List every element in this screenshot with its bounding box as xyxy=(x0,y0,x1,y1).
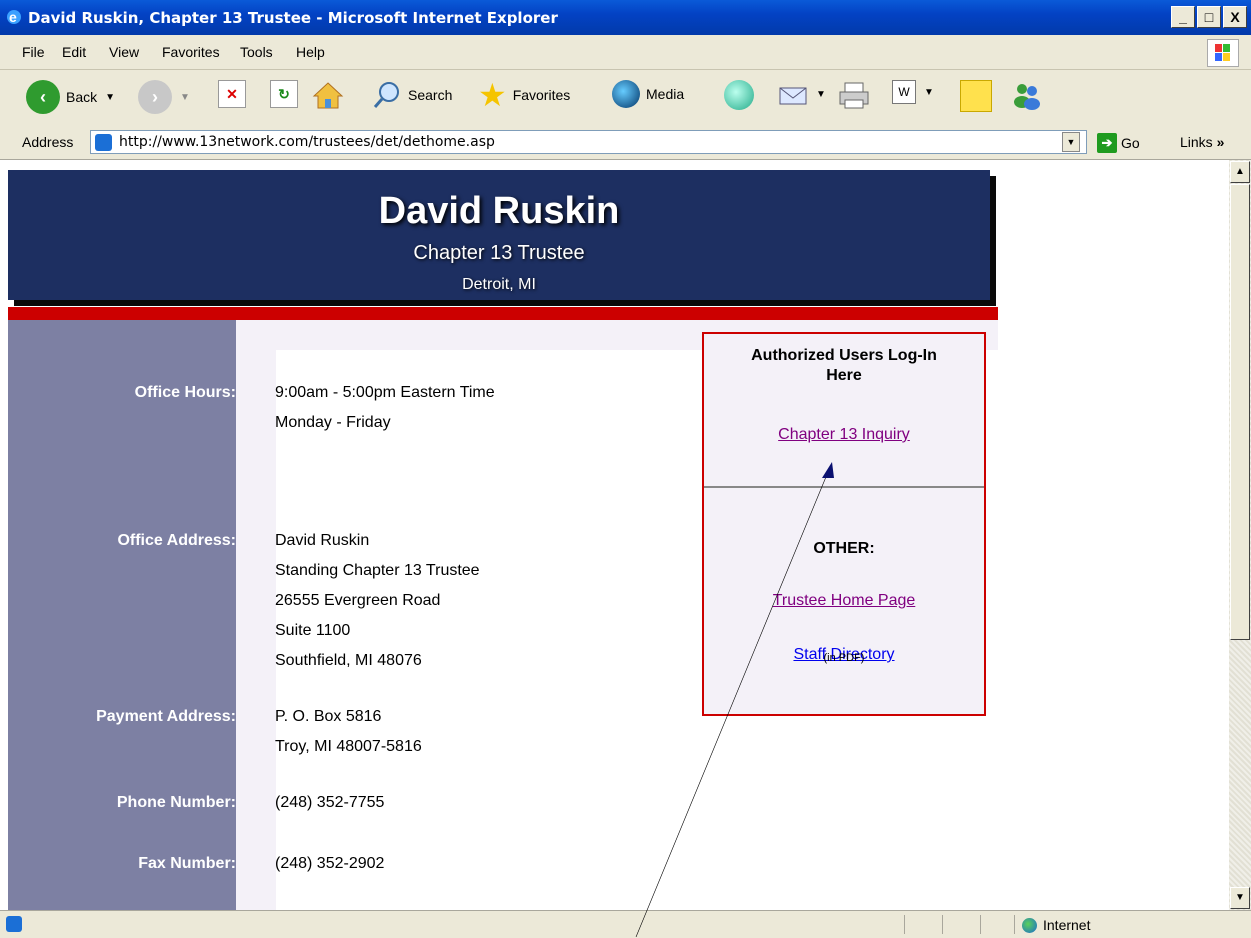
chevron-right-icon: » xyxy=(1216,134,1225,150)
mail-icon xyxy=(779,87,807,105)
back-button[interactable]: ‹ Back ▼ xyxy=(26,80,115,114)
trustee-location: Detroit, MI xyxy=(462,276,536,293)
favorites-button[interactable]: ★ Favorites xyxy=(478,77,570,113)
ie-logo-icon: e xyxy=(7,9,21,25)
back-arrow-icon: ‹ xyxy=(26,80,60,114)
address-label: Address xyxy=(22,134,74,150)
menu-help[interactable]: Help xyxy=(296,44,325,60)
chevron-down-icon: ▼ xyxy=(105,91,116,103)
fax-number-label: Fax Number: xyxy=(138,855,236,872)
forward-arrow-icon: › xyxy=(138,80,172,114)
go-arrow-icon: ➔ xyxy=(1097,133,1117,153)
label-column xyxy=(8,320,236,910)
history-button[interactable] xyxy=(724,80,754,110)
messenger-icon xyxy=(1014,84,1040,110)
page-icon xyxy=(95,134,112,151)
trustee-title: Chapter 13 Trustee xyxy=(413,242,585,264)
security-zone: Internet xyxy=(1022,917,1090,933)
scroll-thumb[interactable] xyxy=(1230,184,1250,640)
star-icon: ★ xyxy=(478,77,507,113)
page-viewport: David Ruskin Chapter 13 Trustee Detroit,… xyxy=(0,160,1229,910)
links-button[interactable]: Links » xyxy=(1180,134,1224,150)
window-title: David Ruskin, Chapter 13 Trustee - Micro… xyxy=(28,9,558,27)
home-icon xyxy=(312,82,344,109)
fax-number-value: (248) 352-2902 xyxy=(275,855,385,872)
scroll-up-button[interactable]: ▲ xyxy=(1230,161,1250,183)
office-address-label: Office Address: xyxy=(117,532,236,549)
close-button[interactable]: X xyxy=(1223,6,1247,28)
forward-button[interactable]: › ▼ xyxy=(138,80,190,114)
menu-edit[interactable]: Edit xyxy=(62,44,86,60)
scroll-down-button[interactable]: ▼ xyxy=(1230,887,1250,909)
other-heading: OTHER: xyxy=(813,540,875,557)
office-hours-label: Office Hours: xyxy=(134,384,236,401)
menu-bar: File Edit View Favorites Tools Help xyxy=(0,35,1251,70)
chevron-down-icon: ▼ xyxy=(924,86,934,98)
chevron-down-icon: ▼ xyxy=(816,88,826,100)
media-button[interactable]: Media xyxy=(612,80,684,108)
search-button[interactable]: Search xyxy=(372,80,452,110)
note-icon xyxy=(960,80,992,112)
home-button[interactable] xyxy=(312,80,344,110)
chapter-13-inquiry-link[interactable]: Chapter 13 Inquiry xyxy=(704,426,984,444)
refresh-button[interactable]: ↻ xyxy=(270,80,298,108)
history-icon xyxy=(724,80,754,110)
word-edit-icon: W xyxy=(892,80,916,104)
mail-button[interactable]: ▼ xyxy=(778,80,826,108)
vertical-scrollbar[interactable]: ▲ ▼ xyxy=(1229,160,1251,910)
menu-file[interactable]: File xyxy=(22,44,45,60)
media-globe-icon xyxy=(612,80,640,108)
menu-favorites[interactable]: Favorites xyxy=(162,44,220,60)
discuss-button[interactable] xyxy=(960,80,992,112)
chevron-down-icon: ▼ xyxy=(180,91,190,103)
svg-text:e: e xyxy=(9,9,17,25)
payment-address-value: P. O. Box 5816 Troy, MI 48007-5816 xyxy=(275,708,422,755)
header-accent-bar xyxy=(8,307,998,320)
page-status-icon xyxy=(6,916,22,932)
globe-icon xyxy=(1022,917,1037,933)
pdf-note: (in PDF) xyxy=(823,652,865,664)
edit-button[interactable]: W ▼ xyxy=(892,80,934,104)
phone-number-value: (248) 352-7755 xyxy=(275,794,385,811)
phone-number-label: Phone Number: xyxy=(116,794,236,811)
windows-logo-icon xyxy=(1207,39,1239,67)
address-dropdown-button[interactable]: ▼ xyxy=(1062,132,1080,152)
trustee-home-page-link[interactable]: Trustee Home Page xyxy=(704,592,984,610)
standard-toolbar: ‹ Back ▼ › ▼ ✕ ↻ Search ★ Favorites Medi… xyxy=(0,70,1251,127)
content-left-band xyxy=(236,350,276,910)
refresh-icon: ↻ xyxy=(270,80,298,108)
office-address-value: David Ruskin Standing Chapter 13 Trustee… xyxy=(275,532,480,669)
trustee-name: David Ruskin xyxy=(378,190,620,232)
minimize-button[interactable]: _ xyxy=(1171,6,1195,28)
payment-address-label: Payment Address: xyxy=(96,708,236,725)
search-icon xyxy=(373,82,399,108)
title-bar[interactable]: e David Ruskin, Chapter 13 Trustee - Mic… xyxy=(0,0,1251,35)
stop-icon: ✕ xyxy=(218,80,246,108)
address-input[interactable]: http://www.13network.com/trustees/det/de… xyxy=(90,130,1087,154)
login-title: Authorized Users Log-In Here xyxy=(751,347,937,384)
office-hours-value: 9:00am - 5:00pm Eastern Time Monday - Fr… xyxy=(275,384,495,431)
login-panel: Authorized Users Log-In Here Chapter 13 … xyxy=(702,332,986,716)
printer-icon xyxy=(839,82,869,109)
messenger-button[interactable] xyxy=(1010,80,1044,110)
status-bar: Internet xyxy=(0,910,1251,938)
panel-divider xyxy=(704,486,984,488)
go-button[interactable]: ➔ Go xyxy=(1097,133,1140,153)
print-button[interactable] xyxy=(836,80,872,110)
page-header: David Ruskin Chapter 13 Trustee Detroit,… xyxy=(8,170,990,300)
maximize-button[interactable]: □ xyxy=(1197,6,1221,28)
stop-button[interactable]: ✕ xyxy=(218,80,246,108)
address-bar: Address http://www.13network.com/trustee… xyxy=(0,126,1251,160)
menu-tools[interactable]: Tools xyxy=(240,44,273,60)
menu-view[interactable]: View xyxy=(109,44,139,60)
